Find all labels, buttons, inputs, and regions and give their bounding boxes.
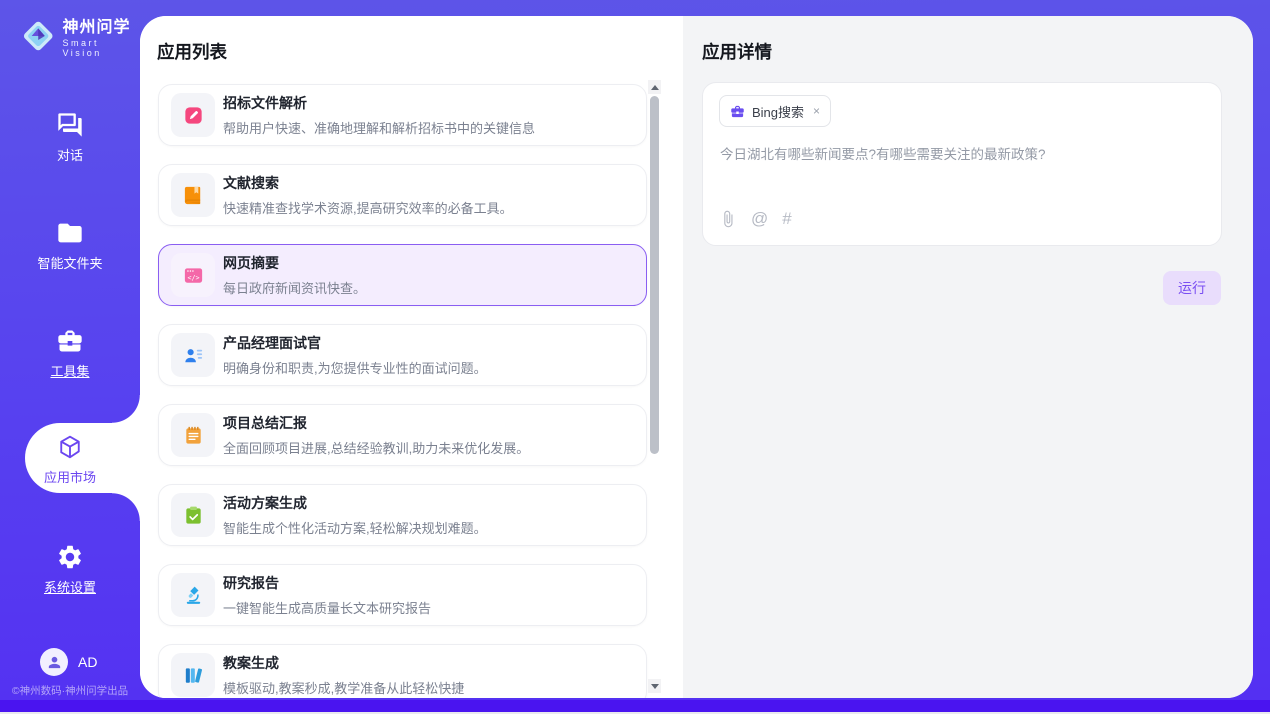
- paperclip-icon[interactable]: [719, 210, 737, 228]
- mention-icon[interactable]: @: [751, 210, 768, 228]
- app-list-scrollbar[interactable]: [648, 80, 661, 693]
- sidebar-item-label: 智能文件夹: [37, 253, 102, 272]
- app-detail-panel: 应用详情 Bing搜索 × 今日湖北有哪些新闻要点?有哪些需要关注的最新政策? …: [683, 16, 1253, 698]
- app-card-event-plan[interactable]: 活动方案生成 智能生成个性化活动方案,轻松解决规划难题。: [158, 484, 647, 546]
- sidebar-item-label: 系统设置: [44, 577, 96, 596]
- tool-chip-label: Bing搜索: [752, 102, 804, 121]
- app-title: 研究报告: [223, 573, 431, 593]
- app-description: 智能生成个性化活动方案,轻松解决规划难题。: [223, 518, 487, 537]
- app-icon-tile: </>: [171, 253, 215, 297]
- app-description: 一键智能生成高质量长文本研究报告: [223, 598, 431, 617]
- app-title: 网页摘要: [223, 253, 366, 273]
- briefcase-icon: [730, 104, 745, 119]
- sidebar-footer-text: ©神州数码·神州问学出品: [0, 683, 140, 698]
- sidebar-item-chat[interactable]: 对话: [0, 111, 140, 164]
- scroll-up-button[interactable]: [648, 80, 661, 94]
- app-card-literature-search[interactable]: 文献搜索 快速精准查找学术资源,提高研究效率的必备工具。: [158, 164, 647, 226]
- brand-tagline: Smart Vision: [62, 38, 140, 58]
- app-card-lesson-plan[interactable]: 教案生成 模板驱动,教案秒成,教学准备从此轻松快捷: [158, 644, 647, 698]
- app-list-panel: 应用列表 招标文件解析 帮助用户快速、准确地理解和解析招标书中的关键信息: [140, 16, 683, 698]
- avatar: [40, 648, 68, 676]
- hash-icon[interactable]: #: [782, 210, 791, 228]
- main-content: 应用列表 招标文件解析 帮助用户快速、准确地理解和解析招标书中的关键信息: [140, 16, 1253, 698]
- app-icon-tile: [171, 333, 215, 377]
- user-name: AD: [78, 654, 97, 670]
- app-detail-title: 应用详情: [702, 39, 772, 64]
- interviewer-icon: [182, 344, 205, 367]
- toolbox-icon: [56, 327, 84, 355]
- app-title: 教案生成: [223, 653, 464, 673]
- app-cards: 招标文件解析 帮助用户快速、准确地理解和解析招标书中的关键信息 文献搜索 快速精…: [158, 84, 647, 698]
- composer-toolbar: @ #: [719, 210, 792, 228]
- app-icon-tile: [171, 493, 215, 537]
- svg-text:</>: </>: [187, 273, 199, 281]
- app-description: 每日政府新闻资讯快查。: [223, 278, 366, 297]
- sidebar: 神州问学 Smart Vision 对话 智能文件夹 工具集 应用市场 系统设置…: [0, 0, 140, 700]
- sidebar-item-label: 工具集: [50, 361, 89, 380]
- app-card-research-report[interactable]: 研究报告 一键智能生成高质量长文本研究报告: [158, 564, 647, 626]
- sidebar-item-smart-folder[interactable]: 智能文件夹: [0, 219, 140, 272]
- app-title: 项目总结汇报: [223, 413, 529, 433]
- sidebar-item-app-market[interactable]: 应用市场: [0, 433, 140, 486]
- app-card-webpage-summary[interactable]: </> 网页摘要 每日政府新闻资讯快查。: [158, 244, 647, 306]
- app-icon-tile: [171, 573, 215, 617]
- query-text[interactable]: 今日湖北有哪些新闻要点?有哪些需要关注的最新政策?: [720, 143, 1208, 163]
- edit-document-icon: [182, 104, 205, 127]
- app-title: 产品经理面试官: [223, 333, 487, 353]
- sidebar-item-toolset[interactable]: 工具集: [0, 327, 140, 380]
- folder-icon: [56, 219, 84, 247]
- app-icon-tile: [171, 413, 215, 457]
- app-card-project-summary[interactable]: 项目总结汇报 全面回顾项目进展,总结经验教训,助力未来优化发展。: [158, 404, 647, 466]
- sidebar-item-label: 应用市场: [44, 467, 96, 486]
- app-description: 快速精准查找学术资源,提高研究效率的必备工具。: [223, 198, 513, 217]
- brand-logo: 神州问学 Smart Vision: [20, 13, 140, 58]
- notepad-icon: [182, 424, 205, 447]
- query-composer[interactable]: Bing搜索 × 今日湖北有哪些新闻要点?有哪些需要关注的最新政策? @ #: [702, 82, 1222, 246]
- book-icon: [182, 184, 205, 207]
- clipboard-check-icon: [182, 504, 205, 527]
- scroll-down-button[interactable]: [648, 679, 661, 693]
- sidebar-item-label: 对话: [57, 145, 83, 164]
- app-icon-tile: [171, 653, 215, 697]
- app-description: 明确身份和职责,为您提供专业性的面试问题。: [223, 358, 487, 377]
- cube-icon: [56, 433, 84, 461]
- app-card-pm-interviewer[interactable]: 产品经理面试官 明确身份和职责,为您提供专业性的面试问题。: [158, 324, 647, 386]
- scroll-up-icon: [651, 85, 659, 90]
- books-icon: [182, 664, 205, 687]
- brand-name: 神州问学: [62, 13, 140, 37]
- app-title: 文献搜索: [223, 173, 513, 193]
- diamond-prism-icon: [20, 17, 56, 55]
- app-card-tender-parsing[interactable]: 招标文件解析 帮助用户快速、准确地理解和解析招标书中的关键信息: [158, 84, 647, 146]
- scrollbar-thumb[interactable]: [650, 96, 659, 454]
- chip-close-icon[interactable]: ×: [811, 104, 820, 118]
- app-description: 帮助用户快速、准确地理解和解析招标书中的关键信息: [223, 118, 535, 137]
- run-button[interactable]: 运行: [1163, 271, 1221, 305]
- person-icon: [46, 654, 63, 671]
- tool-chip-bing-search[interactable]: Bing搜索 ×: [719, 95, 831, 127]
- webpage-code-icon: </>: [182, 264, 205, 287]
- gear-icon: [56, 543, 84, 571]
- sidebar-item-settings[interactable]: 系统设置: [0, 543, 140, 596]
- app-icon-tile: [171, 173, 215, 217]
- app-description: 全面回顾项目进展,总结经验教训,助力未来优化发展。: [223, 438, 529, 457]
- chat-icon: [56, 111, 84, 139]
- user-account[interactable]: AD: [40, 648, 97, 676]
- app-description: 模板驱动,教案秒成,教学准备从此轻松快捷: [223, 678, 464, 697]
- microscope-icon: [182, 584, 205, 607]
- app-title: 招标文件解析: [223, 93, 535, 113]
- app-title: 活动方案生成: [223, 493, 487, 513]
- app-list-title: 应用列表: [157, 39, 227, 64]
- bottom-accent-bar: [0, 700, 1270, 712]
- scroll-down-icon: [651, 684, 659, 689]
- app-icon-tile: [171, 93, 215, 137]
